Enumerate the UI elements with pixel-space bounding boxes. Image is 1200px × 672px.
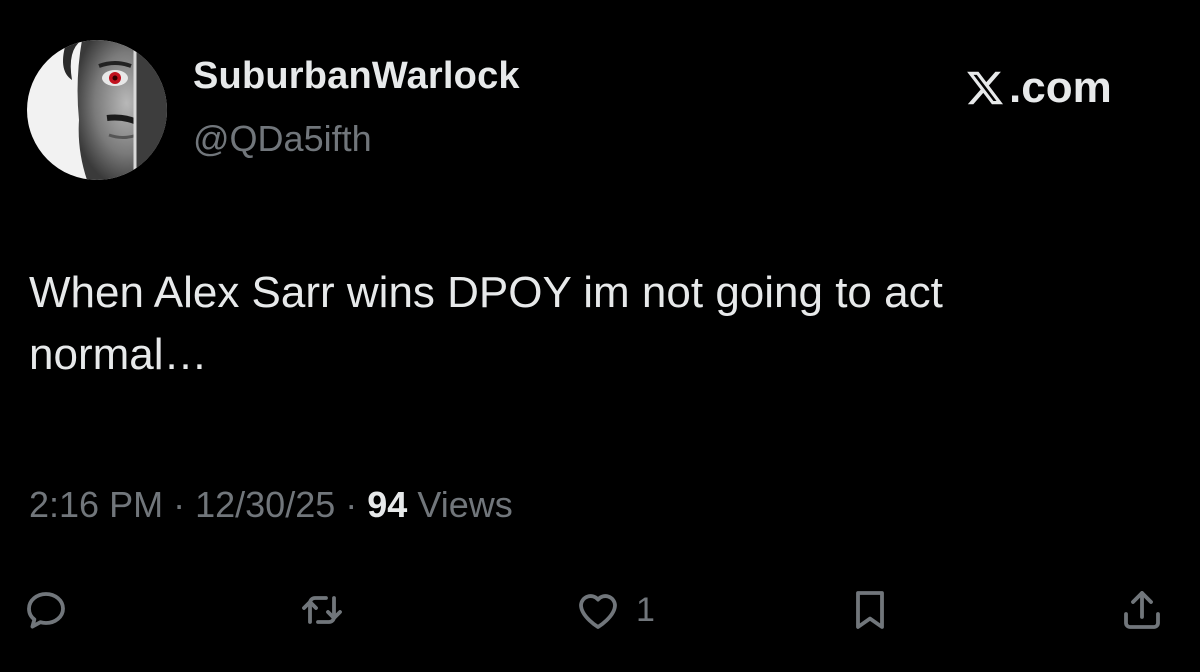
tweet-meta: 2:16 PM · 12/30/25 · 94 Views (29, 484, 513, 526)
x-logo-icon (967, 71, 1004, 105)
tweet-card: SuburbanWarlock @QDa5ifth .com When Alex… (0, 0, 1200, 672)
meta-separator: · (173, 484, 186, 525)
avatar-image (27, 40, 167, 180)
like-count: 1 (636, 590, 655, 629)
bookmark-button[interactable] (846, 580, 894, 640)
share-icon (1124, 591, 1160, 629)
display-name[interactable]: SuburbanWarlock (193, 55, 520, 98)
reply-button[interactable] (22, 580, 70, 640)
brand-watermark: .com (965, 60, 1112, 116)
tweet-text: When Alex Sarr wins DPOY im not going to… (29, 268, 943, 379)
bookmark-icon (856, 591, 884, 629)
avatar[interactable] (27, 40, 167, 180)
brand-text: .com (1009, 63, 1112, 112)
meta-separator: · (345, 484, 358, 525)
share-button[interactable] (1118, 580, 1166, 640)
action-bar: 1 (0, 580, 1200, 640)
tweet-time[interactable]: 2:16 PM (29, 484, 163, 525)
repost-button[interactable] (298, 580, 346, 640)
views-label: Views (417, 484, 513, 525)
like-button[interactable]: 1 (574, 580, 655, 640)
reply-icon (27, 592, 65, 629)
user-handle[interactable]: @QDa5ifth (193, 118, 372, 160)
repost-icon (302, 596, 342, 624)
tweet-date[interactable]: 12/30/25 (195, 484, 335, 525)
heart-icon (579, 594, 617, 629)
views-count: 94 (367, 484, 408, 525)
